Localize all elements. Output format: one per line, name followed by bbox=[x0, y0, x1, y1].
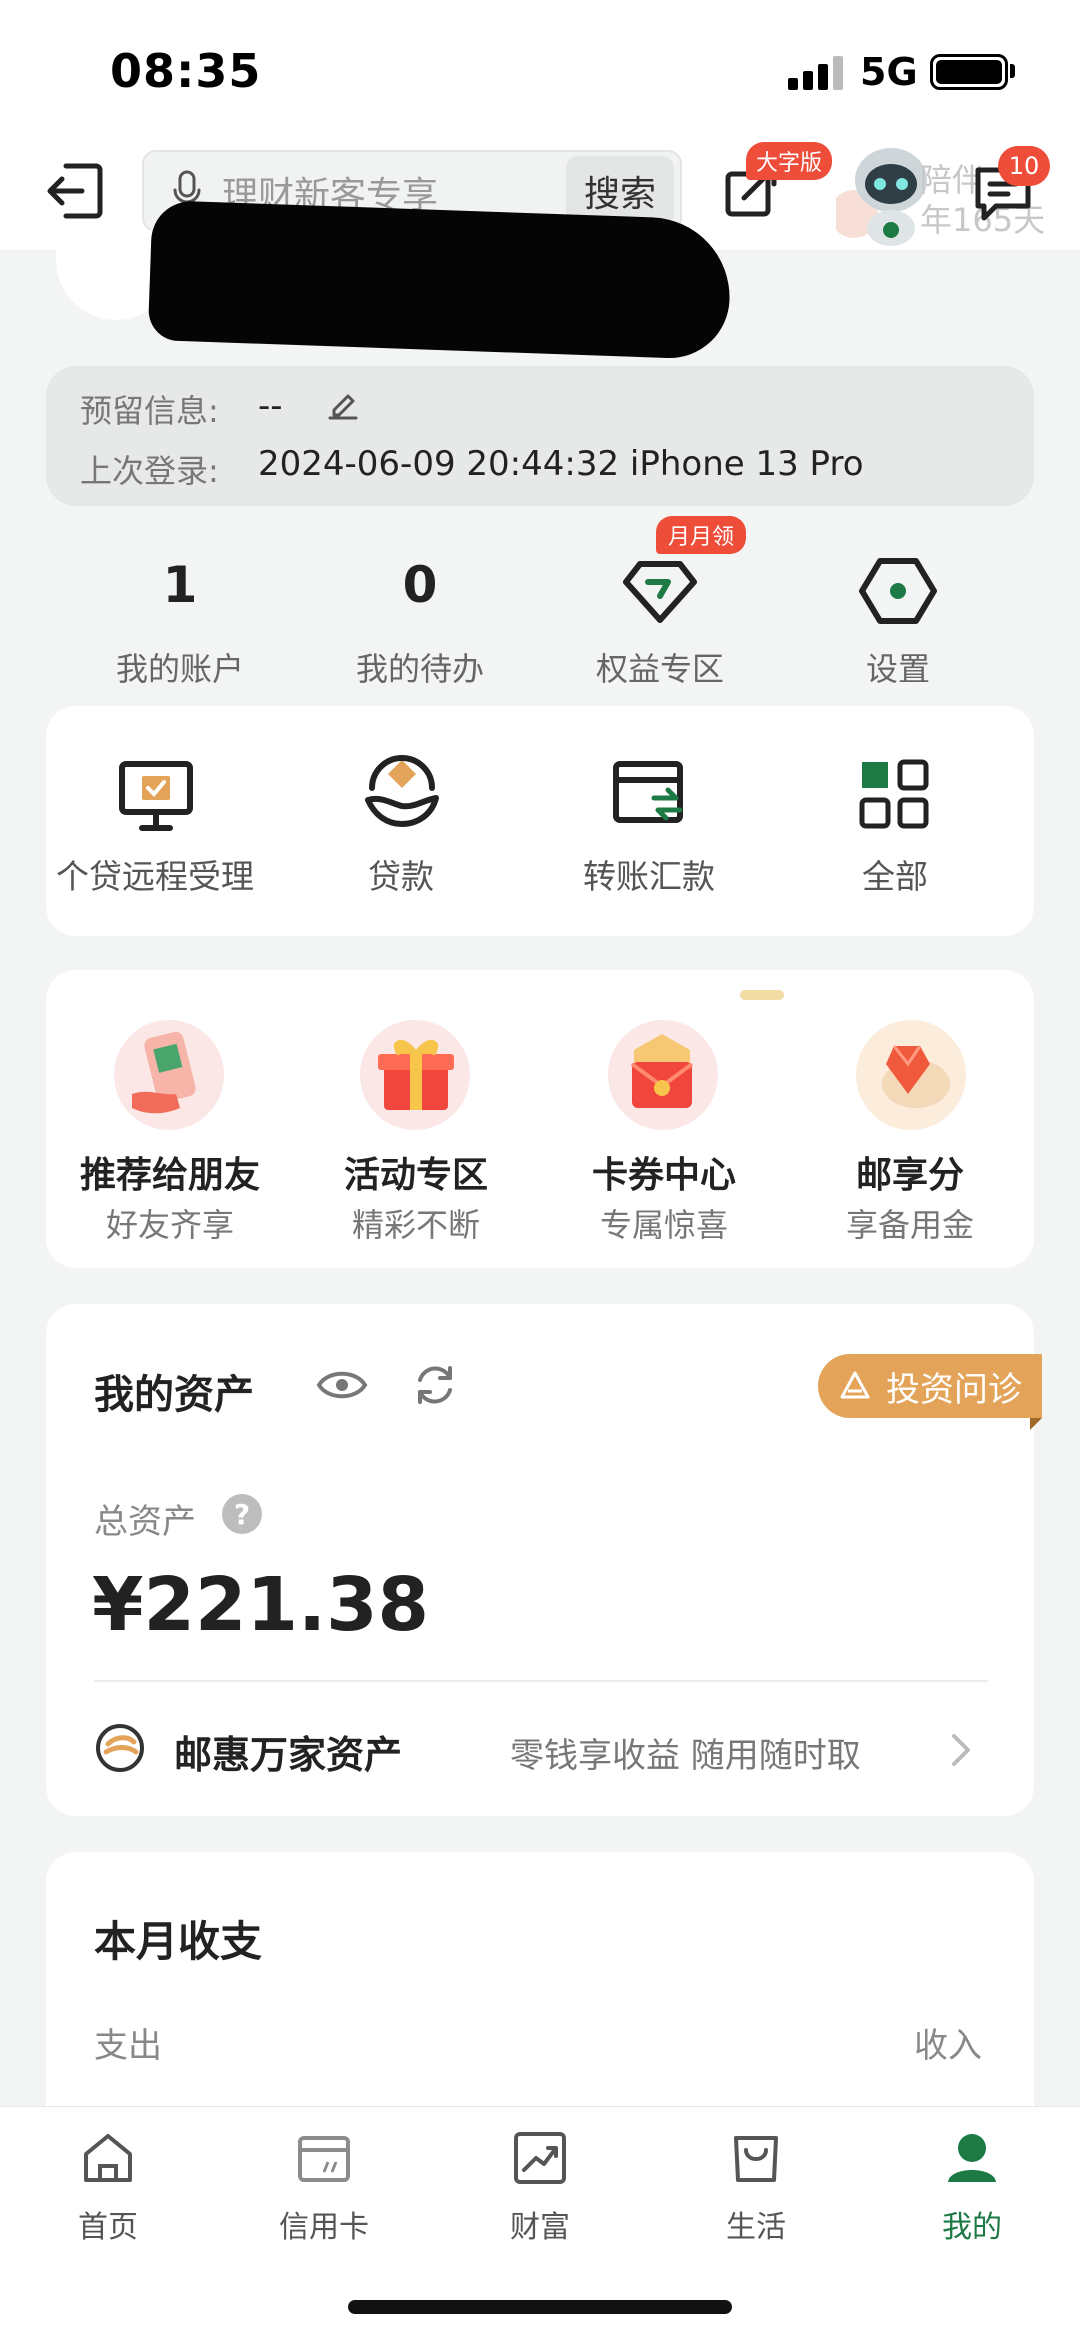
diagnosis-ribbon-fold bbox=[1030, 1418, 1042, 1430]
tab-mine-label: 我的 bbox=[942, 2210, 1002, 2245]
youhui-wanjia-desc[interactable]: 零钱享收益 随用随时取 bbox=[510, 1728, 861, 1777]
tab-credit-card[interactable]: 信用卡 bbox=[216, 2128, 432, 2246]
activity-zone-subtitle[interactable]: 精彩不断 bbox=[296, 1200, 536, 1246]
last-login-label: 上次登录: bbox=[80, 452, 219, 490]
tab-life[interactable]: 生活 bbox=[648, 2128, 864, 2246]
refer-friend-subtitle[interactable]: 好友齐享 bbox=[50, 1200, 290, 1246]
all-services-grid-icon[interactable] bbox=[856, 756, 936, 832]
message-count-badge: 10 bbox=[998, 146, 1050, 186]
decorative-streak bbox=[740, 990, 784, 1000]
last-login-value: 2024-06-09 20:44:32 iPhone 13 Pro bbox=[258, 444, 864, 484]
total-assets-label: 总资产 bbox=[94, 1502, 196, 1542]
help-question-icon[interactable]: ? bbox=[222, 1494, 262, 1534]
battery-tip bbox=[1010, 64, 1015, 78]
loan-hand-icon[interactable] bbox=[362, 754, 442, 830]
settings-hexagon-icon[interactable] bbox=[858, 556, 938, 626]
postal-points-title[interactable]: 邮享分 bbox=[790, 1146, 1030, 1198]
expense-label[interactable]: 支出 bbox=[94, 2018, 162, 2067]
total-assets-value: ¥221.38 bbox=[92, 1562, 430, 1648]
network-label: 5G bbox=[860, 50, 918, 94]
signal-icon bbox=[788, 56, 843, 90]
investment-diagnosis-button[interactable]: 投资问诊 bbox=[818, 1354, 1042, 1418]
chevron-right-icon[interactable] bbox=[950, 1732, 974, 1768]
logout-icon[interactable] bbox=[44, 160, 106, 222]
gift-box-icon[interactable] bbox=[366, 1024, 466, 1124]
refer-friend-phone-icon[interactable] bbox=[118, 1024, 218, 1124]
refer-friend-title[interactable]: 推荐给朋友 bbox=[50, 1146, 290, 1198]
monthly-reward-badge: 月月领 bbox=[656, 516, 747, 554]
investment-diagnosis-label: 投资问诊 bbox=[886, 1369, 1022, 1410]
my-accounts-label[interactable]: 我的账户 bbox=[80, 644, 280, 690]
youhui-wanjia-title[interactable]: 邮惠万家资产 bbox=[174, 1724, 402, 1779]
status-time: 08:35 bbox=[110, 44, 262, 98]
coupon-center-title[interactable]: 卡券中心 bbox=[544, 1146, 784, 1198]
tab-wealth[interactable]: 财富 bbox=[432, 2128, 648, 2246]
diamond-benefits-icon[interactable] bbox=[620, 556, 700, 626]
home-indicator bbox=[348, 2300, 732, 2314]
tab-life-label: 生活 bbox=[726, 2210, 786, 2245]
tab-mine[interactable]: 我的 bbox=[864, 2128, 1080, 2246]
diagnosis-icon bbox=[840, 1371, 870, 1399]
postal-points-gem-icon[interactable] bbox=[860, 1024, 960, 1124]
credit-card-icon bbox=[298, 2136, 350, 2182]
my-todos-count[interactable]: 0 bbox=[320, 556, 520, 614]
monthly-title: 本月收支 bbox=[94, 1917, 263, 1966]
reserved-info-value: -- bbox=[258, 386, 283, 426]
all-services-label[interactable]: 全部 bbox=[770, 850, 1020, 898]
settings-label[interactable]: 设置 bbox=[798, 644, 998, 690]
benefits-zone-label[interactable]: 权益专区 bbox=[560, 644, 760, 690]
tab-credit-card-label: 信用卡 bbox=[279, 2210, 369, 2245]
coupon-center-subtitle[interactable]: 专属惊喜 bbox=[544, 1200, 784, 1246]
transfer-icon[interactable] bbox=[610, 756, 690, 832]
my-todos-label[interactable]: 我的待办 bbox=[320, 644, 520, 690]
activity-zone-title[interactable]: 活动专区 bbox=[296, 1146, 536, 1198]
wealth-chart-icon bbox=[514, 2132, 566, 2184]
remote-loan-monitor-icon[interactable] bbox=[116, 758, 196, 834]
reserved-info-label: 预留信息: bbox=[80, 392, 219, 430]
my-assets-title: 我的资产 bbox=[94, 1372, 254, 1418]
remote-loan-label[interactable]: 个贷远程受理 bbox=[30, 850, 280, 898]
assets-divider bbox=[94, 1680, 988, 1682]
tab-home[interactable]: 首页 bbox=[0, 2128, 216, 2246]
my-accounts-count[interactable]: 1 bbox=[80, 556, 280, 614]
edit-pencil-icon[interactable] bbox=[326, 386, 360, 420]
battery-icon bbox=[930, 54, 1008, 90]
loan-label[interactable]: 贷款 bbox=[276, 850, 526, 898]
eye-visibility-icon[interactable] bbox=[316, 1364, 368, 1406]
home-icon bbox=[84, 2134, 132, 2182]
big-font-badge: 大字版 bbox=[746, 142, 833, 180]
profile-icon bbox=[948, 2134, 996, 2182]
postal-points-subtitle[interactable]: 享备用金 bbox=[790, 1200, 1030, 1246]
refresh-icon[interactable] bbox=[412, 1362, 458, 1408]
youhui-wanjia-logo-icon bbox=[96, 1724, 144, 1772]
tab-wealth-label: 财富 bbox=[510, 2210, 570, 2245]
coupon-envelope-icon[interactable] bbox=[612, 1024, 712, 1124]
income-label[interactable]: 收入 bbox=[914, 2018, 982, 2067]
redacted-name-area bbox=[147, 199, 733, 361]
tab-home-label: 首页 bbox=[78, 2210, 138, 2245]
transfer-label[interactable]: 转账汇款 bbox=[524, 850, 774, 898]
shopping-bag-icon bbox=[734, 2136, 778, 2182]
